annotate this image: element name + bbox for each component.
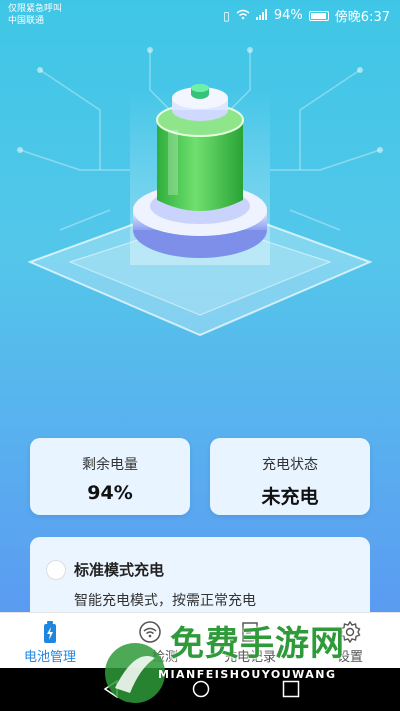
home-icon[interactable] <box>192 680 210 702</box>
battery-illustration <box>17 47 383 337</box>
wifi-status-icon <box>236 9 250 23</box>
tab-label: 设置 <box>336 650 363 665</box>
wifi-icon <box>100 621 200 643</box>
gear-icon <box>300 621 400 643</box>
tab-battery-management[interactable]: 电池管理 <box>0 613 100 669</box>
tab-detection[interactable]: 检测 <box>100 613 200 669</box>
status-bar: 仅限紧急呼叫 中国联通 ▯ 94% 傍晚6:37 <box>0 0 400 28</box>
tab-label: 电池管理 <box>23 650 76 665</box>
carrier-info: 仅限紧急呼叫 中国联通 <box>8 3 62 27</box>
bottom-tab-bar: 电池管理 检测 充电记录 设置 <box>0 612 400 669</box>
vibrate-icon: ▯ <box>223 8 230 23</box>
tab-label: 充电记录 <box>223 650 276 665</box>
battery-status-icon <box>308 10 329 21</box>
battery-icon <box>0 621 100 643</box>
emergency-text: 仅限紧急呼叫 <box>8 4 63 14</box>
remaining-label: 剩余电量 <box>82 457 138 473</box>
system-nav-bar <box>0 668 400 711</box>
charging-label: 充电状态 <box>262 457 318 473</box>
carrier-name: 中国联通 <box>8 16 45 26</box>
mode-description: 智能充电模式，按需正常充电 <box>74 593 256 609</box>
tab-settings[interactable]: 设置 <box>300 613 400 669</box>
mode-title: 标准模式充电 <box>74 561 165 579</box>
remaining-value: 94% <box>87 482 133 504</box>
mode-radio[interactable] <box>46 560 66 580</box>
signal-icon <box>255 8 268 23</box>
charging-value: 未充电 <box>261 486 319 508</box>
note-icon <box>200 621 300 643</box>
status-right: ▯ 94% 傍晚6:37 <box>223 6 390 25</box>
clock: 傍晚6:37 <box>334 10 390 25</box>
remaining-battery-card: 剩余电量 94% <box>30 438 190 515</box>
tab-label: 检测 <box>151 650 178 665</box>
tab-charging-records[interactable]: 充电记录 <box>200 613 300 669</box>
back-icon[interactable] <box>103 679 119 702</box>
battery-percent: 94% <box>273 8 303 23</box>
charging-status-card: 充电状态 未充电 <box>210 438 370 515</box>
recents-icon[interactable] <box>282 680 300 702</box>
